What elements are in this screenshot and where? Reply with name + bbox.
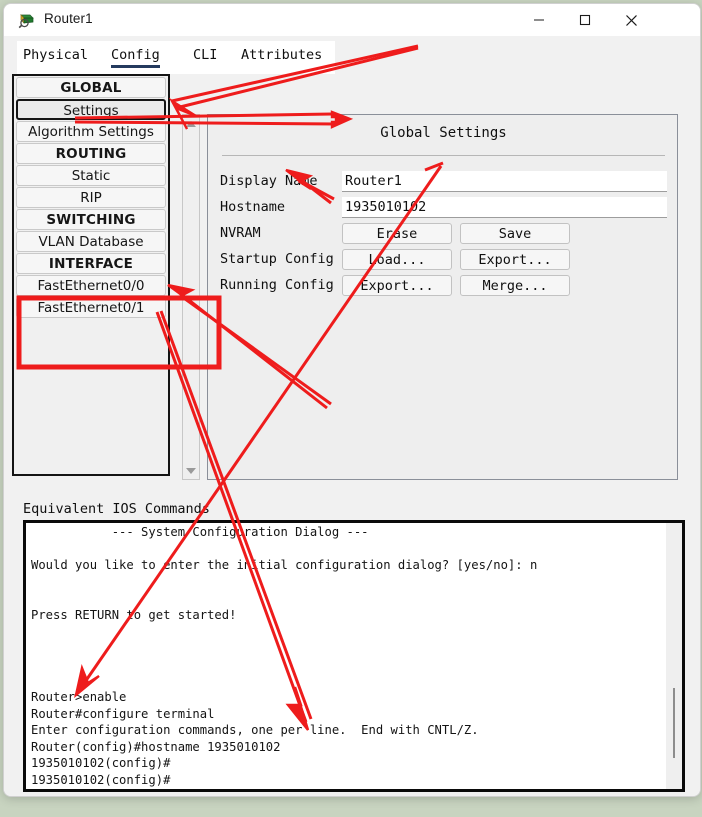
running-config-merge-button[interactable]: Merge... <box>460 275 570 296</box>
startup-config-load-button[interactable]: Load... <box>342 249 452 270</box>
tab-attributes[interactable]: Attributes <box>241 47 322 63</box>
startup-config-label: Startup Config <box>220 251 334 267</box>
sidebar-scrollbar[interactable] <box>182 114 200 480</box>
row-startup-config: Startup Config Load... Export... <box>220 249 667 273</box>
running-config-label: Running Config <box>220 277 334 293</box>
sidebar-item-fastethernet0-0[interactable]: FastEthernet0/0 <box>16 275 166 296</box>
terminal-output: --- System Configuration Dialog --- Woul… <box>31 525 538 787</box>
nvram-erase-button[interactable]: Erase <box>342 223 452 244</box>
chevron-up-icon[interactable] <box>183 116 199 131</box>
ios-command-terminal[interactable]: --- System Configuration Dialog --- Woul… <box>23 520 685 792</box>
bottom-bar: Top CSDN @xuchaoxin1375 <box>4 796 700 797</box>
row-running-config: Running Config Export... Merge... <box>220 275 667 299</box>
sidebar-header-interface: INTERFACE <box>16 253 166 274</box>
minimize-icon <box>534 19 544 21</box>
window-title: Router1 <box>44 11 93 26</box>
page-title: Global Settings <box>380 125 507 141</box>
hostname-label: Hostname <box>220 199 286 215</box>
maximize-button[interactable] <box>562 4 608 36</box>
sidebar-header-global: GLOBAL <box>16 77 166 98</box>
equivalent-ios-commands-label: Equivalent IOS Commands <box>23 501 210 517</box>
tab-physical[interactable]: Physical <box>23 47 88 63</box>
nvram-save-button[interactable]: Save <box>460 223 570 244</box>
window-content: Physical Config CLI Attributes GLOBAL Se… <box>4 36 700 796</box>
terminal-scrollbar-thumb[interactable] <box>673 688 675 758</box>
config-sidebar[interactable]: GLOBAL Settings Algorithm Settings ROUTI… <box>12 74 170 476</box>
close-button[interactable] <box>608 4 654 36</box>
global-settings-panel: Global Settings Display Name Hostname NV… <box>207 114 678 480</box>
hostname-input[interactable] <box>342 197 667 218</box>
sidebar-item-static[interactable]: Static <box>16 165 166 186</box>
tab-bar: Physical Config CLI Attributes <box>17 41 335 74</box>
title-divider <box>222 155 665 156</box>
router-config-window: Router1 Physical Config CLI Attributes G… <box>3 3 701 797</box>
display-name-input[interactable] <box>342 171 667 192</box>
screenshot-root: Router1 Physical Config CLI Attributes G… <box>0 0 702 817</box>
running-config-export-button[interactable]: Export... <box>342 275 452 296</box>
sidebar-item-settings[interactable]: Settings <box>16 99 166 120</box>
row-hostname: Hostname <box>220 197 667 221</box>
chevron-down-icon[interactable] <box>183 463 199 478</box>
tab-config[interactable]: Config <box>111 47 160 68</box>
sidebar-item-algorithm-settings[interactable]: Algorithm Settings <box>16 121 166 142</box>
startup-config-export-button[interactable]: Export... <box>460 249 570 270</box>
row-nvram: NVRAM Erase Save <box>220 223 667 247</box>
sidebar-header-routing: ROUTING <box>16 143 166 164</box>
sidebar-item-rip[interactable]: RIP <box>16 187 166 208</box>
maximize-icon <box>579 14 591 26</box>
nvram-label: NVRAM <box>220 225 261 241</box>
close-icon <box>625 14 637 26</box>
display-name-label: Display Name <box>220 173 318 189</box>
title-bar: Router1 <box>4 4 700 36</box>
minimize-button[interactable] <box>516 4 562 36</box>
terminal-scrollbar[interactable] <box>666 523 682 789</box>
sidebar-header-switching: SWITCHING <box>16 209 166 230</box>
tab-cli[interactable]: CLI <box>193 47 217 63</box>
sidebar-item-vlan-database[interactable]: VLAN Database <box>16 231 166 252</box>
sidebar-item-fastethernet0-1[interactable]: FastEthernet0/1 <box>16 297 166 318</box>
row-display-name: Display Name <box>220 171 667 195</box>
router-icon <box>18 14 34 29</box>
